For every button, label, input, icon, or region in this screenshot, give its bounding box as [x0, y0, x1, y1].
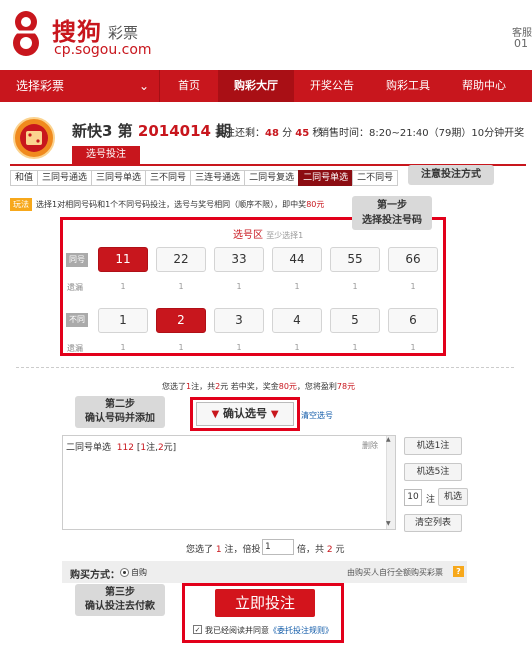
same-number-ball-button[interactable]: 55 [330, 247, 380, 272]
miss-value: 1 [178, 343, 184, 352]
self-buy-radio[interactable] [120, 568, 129, 577]
diff-number-ball-button[interactable]: 4 [272, 308, 322, 333]
countdown: 投注还剩：48 分 45 秒 [215, 128, 323, 139]
self-buy-label[interactable]: 自购 [131, 567, 147, 578]
purchase-method-desc: 由购买人自行全额购买彩票 [347, 568, 443, 577]
lottery-select-dropdown[interactable]: 选择彩票 ⌄ [0, 70, 160, 102]
tab-two-same-single[interactable]: 二同号单选 [298, 170, 354, 186]
miss-label: 遗漏 [67, 283, 83, 292]
miss-value: 1 [352, 343, 358, 352]
miss-value: 1 [410, 282, 416, 291]
purchase-method-label: 购买方式： [70, 570, 120, 581]
tip-step2: 第二步 确认号码并添加 [75, 396, 165, 428]
service-phone: 01 [514, 37, 528, 50]
random-1-button[interactable]: 机选1注 [404, 437, 462, 455]
order-total: 倍，共 2 元 [297, 545, 345, 555]
clear-list-button[interactable]: 清空列表 [404, 514, 462, 532]
random-5-button[interactable]: 机选5注 [404, 463, 462, 481]
qty-unit: 注 [426, 495, 436, 505]
clear-selection-link[interactable]: 清空选号 [301, 410, 333, 421]
rule-tag: 玩法 [10, 198, 32, 211]
play-type-tabs: 和值 三同号通选 三同号单选 三不同号 三连号通选 二同号复选 二同号单选 二不… [10, 170, 399, 186]
same-number-ball-button[interactable]: 11 [98, 247, 148, 272]
random-qty-input[interactable]: 10 [404, 489, 422, 506]
help-icon[interactable]: ? [453, 566, 464, 577]
countdown-seconds: 45 [295, 128, 310, 139]
scroll-up-icon[interactable]: ▲ [386, 436, 391, 443]
diff-number-ball-button[interactable]: 6 [388, 308, 438, 333]
nav-tools[interactable]: 购彩工具 [370, 70, 446, 102]
diff-number-ball-button[interactable]: 3 [214, 308, 264, 333]
delete-link[interactable]: 删除 [362, 440, 378, 451]
same-number-ball-button[interactable]: 44 [272, 247, 322, 272]
chevron-down-icon: ⌄ [138, 79, 149, 93]
tab-two-diff[interactable]: 二不同号 [352, 170, 399, 186]
arrow-down-icon: ▼ [270, 409, 279, 420]
miss-value: 1 [294, 282, 300, 291]
divider [16, 367, 514, 368]
tab-three-same-single[interactable]: 三同号单选 [91, 170, 147, 186]
miss-value: 1 [120, 343, 126, 352]
scroll-down-icon[interactable]: ▼ [386, 520, 391, 527]
place-bet-button[interactable]: 立即投注 [215, 589, 315, 617]
select-area-title: 选号区 至少选择1 [233, 230, 304, 241]
tab-select-bet[interactable]: 选号投注 [72, 146, 140, 164]
tip-bet-method: 注意投注方式 [408, 165, 494, 185]
countdown-minutes: 48 [265, 128, 279, 139]
agree-text: 我已经阅读并同意《委托投注规则》 [205, 626, 333, 635]
agree-checkbox[interactable]: ✓ [193, 625, 202, 634]
nav-draw-results[interactable]: 开奖公告 [294, 70, 370, 102]
miss-value: 1 [294, 343, 300, 352]
miss-value: 1 [236, 343, 242, 352]
miss-value: 1 [120, 282, 126, 291]
tab-sum[interactable]: 和值 [10, 170, 39, 186]
order-summary: 您选了 1 注，倍投 [186, 545, 261, 555]
random-n-button[interactable]: 机选 [438, 488, 468, 506]
row-label-diff: 不同号 [66, 313, 88, 338]
bet-list-scrollbar[interactable] [386, 436, 395, 529]
game-title: 新快3 第 2014014 期 [72, 122, 232, 140]
diff-number-ball-button[interactable]: 1 [98, 308, 148, 333]
miss-value: 1 [178, 282, 184, 291]
nav-lottery-hall[interactable]: 购彩大厅 [218, 70, 294, 102]
miss-value: 1 [410, 343, 416, 352]
sogou-logo-icon[interactable] [6, 8, 46, 58]
miss-value: 1 [236, 282, 242, 291]
diff-number-ball-button[interactable]: 5 [330, 308, 380, 333]
brand-product: 彩票 [108, 24, 139, 42]
kuai3-game-icon [13, 117, 55, 159]
same-number-ball-button[interactable]: 66 [388, 247, 438, 272]
selection-summary: 您选了1注，共2元 若中奖，奖金80元，您将盈利78元 [162, 382, 356, 391]
issue-number: 2014014 [137, 122, 211, 140]
sale-time: 销售时间：8:20~21:40（79期）10分钟开奖 [319, 128, 525, 139]
confirm-selection-button[interactable]: ▼ 确认选号 ▼ [196, 402, 294, 426]
row-label-same: 同号 [66, 253, 88, 267]
bet-list-item[interactable]: 二同号单选 112 [1注,2元] [66, 440, 176, 453]
arrow-down-icon: ▼ [211, 409, 220, 420]
brand-url[interactable]: cp.sogou.com [54, 42, 152, 58]
lottery-select-label: 选择彩票 [16, 79, 65, 93]
tab-two-same-multi[interactable]: 二同号复选 [244, 170, 300, 186]
tab-three-diff[interactable]: 三不同号 [145, 170, 192, 186]
tip-step1: 第一步 选择投注号码 [352, 196, 432, 230]
miss-label: 遗漏 [67, 344, 83, 353]
same-number-ball-button[interactable]: 22 [156, 247, 206, 272]
nav-help[interactable]: 帮助中心 [446, 70, 522, 102]
nav-home[interactable]: 首页 [160, 70, 218, 102]
main-nav: 选择彩票 ⌄ 首页 购彩大厅 开奖公告 购彩工具 帮助中心 [0, 70, 532, 102]
rule-text: 选择1对相同号码和1个不同号码投注，选号与奖号相同（顺序不限），即中奖80元 [36, 200, 325, 209]
bet-rules-link[interactable]: 《委托投注规则》 [269, 626, 333, 635]
diff-number-ball-button[interactable]: 2 [156, 308, 206, 333]
multiple-input[interactable]: 1 [262, 539, 294, 555]
tip-step3: 第三步 确认投注去付款 [75, 584, 165, 616]
tab-three-consecutive[interactable]: 三连号通选 [190, 170, 246, 186]
same-number-ball-button[interactable]: 33 [214, 247, 264, 272]
tab-three-same-all[interactable]: 三同号通选 [37, 170, 93, 186]
miss-value: 1 [352, 282, 358, 291]
